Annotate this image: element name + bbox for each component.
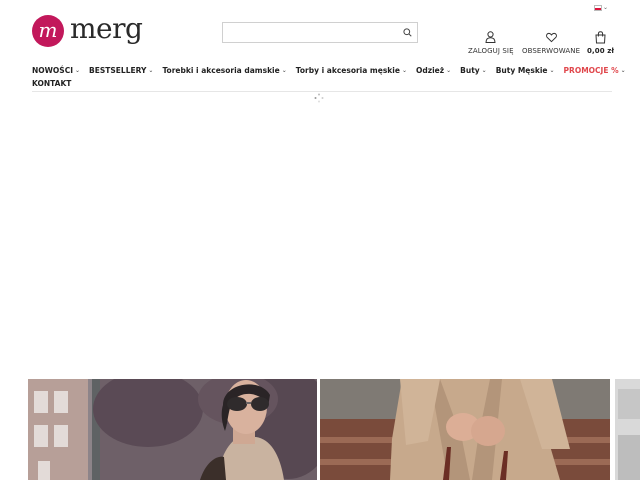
nav-item-buty[interactable]: Buty ⌄ [460,66,487,75]
search-input[interactable] [223,23,401,42]
nav-item-bestsellery[interactable]: BESTSELLERY ⌄ [89,66,153,75]
cart-link[interactable]: 0,00 zł [587,30,614,55]
chevron-down-icon: ⌄ [281,67,287,74]
chevron-down-icon: ⌄ [481,67,487,74]
heart-icon [545,30,557,44]
flag-icon [594,4,602,11]
chevron-down-icon: ⌄ [620,67,626,74]
chevron-down-icon: ⌄ [603,4,609,11]
logo-mark-icon: m [32,15,64,47]
language-selector[interactable]: ⌄ [594,4,608,11]
nav-item-buty-meskie[interactable]: Buty Męskie ⌄ [496,66,555,75]
banner-man-bag[interactable] [320,379,610,480]
banner-photo-3 [612,379,640,480]
wishlist-link[interactable]: OBSERWOWANE [522,30,580,55]
logo-text: merg [70,12,143,45]
nav-item-torebki-damskie[interactable]: Torebki i akcesoria damskie ⌄ [162,66,286,75]
chevron-down-icon: ⌄ [148,67,154,74]
svg-text:m: m [39,18,58,42]
loading-spinner-icon [314,88,324,103]
login-link[interactable]: ZALOGUJ SIĘ [468,30,514,55]
chevron-down-icon: ⌄ [446,67,452,74]
chevron-down-icon: ⌄ [75,67,81,74]
banner-partial[interactable] [612,379,640,480]
banner-photo-2 [320,379,610,480]
logo-link[interactable]: m merg [32,12,143,47]
nav-item-nowosci[interactable]: NOWOŚCI ⌄ [32,66,80,75]
search-box [222,22,418,43]
chevron-down-icon: ⌄ [401,67,407,74]
nav-item-torby-meskie[interactable]: Torby i akcesoria męskie ⌄ [296,66,407,75]
nav-item-promocje[interactable]: PROMOCJE % ⌄ [564,66,626,75]
nav-item-kontakt[interactable]: KONTAKT [32,79,71,88]
search-button[interactable] [401,26,414,39]
search-icon [403,28,412,37]
shopping-bag-icon [595,30,606,44]
nav-item-odziez[interactable]: Odzież ⌄ [416,66,451,75]
cart-total: 0,00 zł [587,47,615,55]
banner-photo-1 [28,379,317,480]
main-nav: NOWOŚCI ⌄ BESTSELLERY ⌄ Torebki i akcesori… [32,64,626,90]
user-icon [485,30,496,44]
chevron-down-icon: ⌄ [549,67,555,74]
banner-woman-sunglasses[interactable] [28,379,317,480]
login-label: ZALOGUJ SIĘ [468,47,514,55]
wishlist-label: OBSERWOWANE [522,47,581,55]
